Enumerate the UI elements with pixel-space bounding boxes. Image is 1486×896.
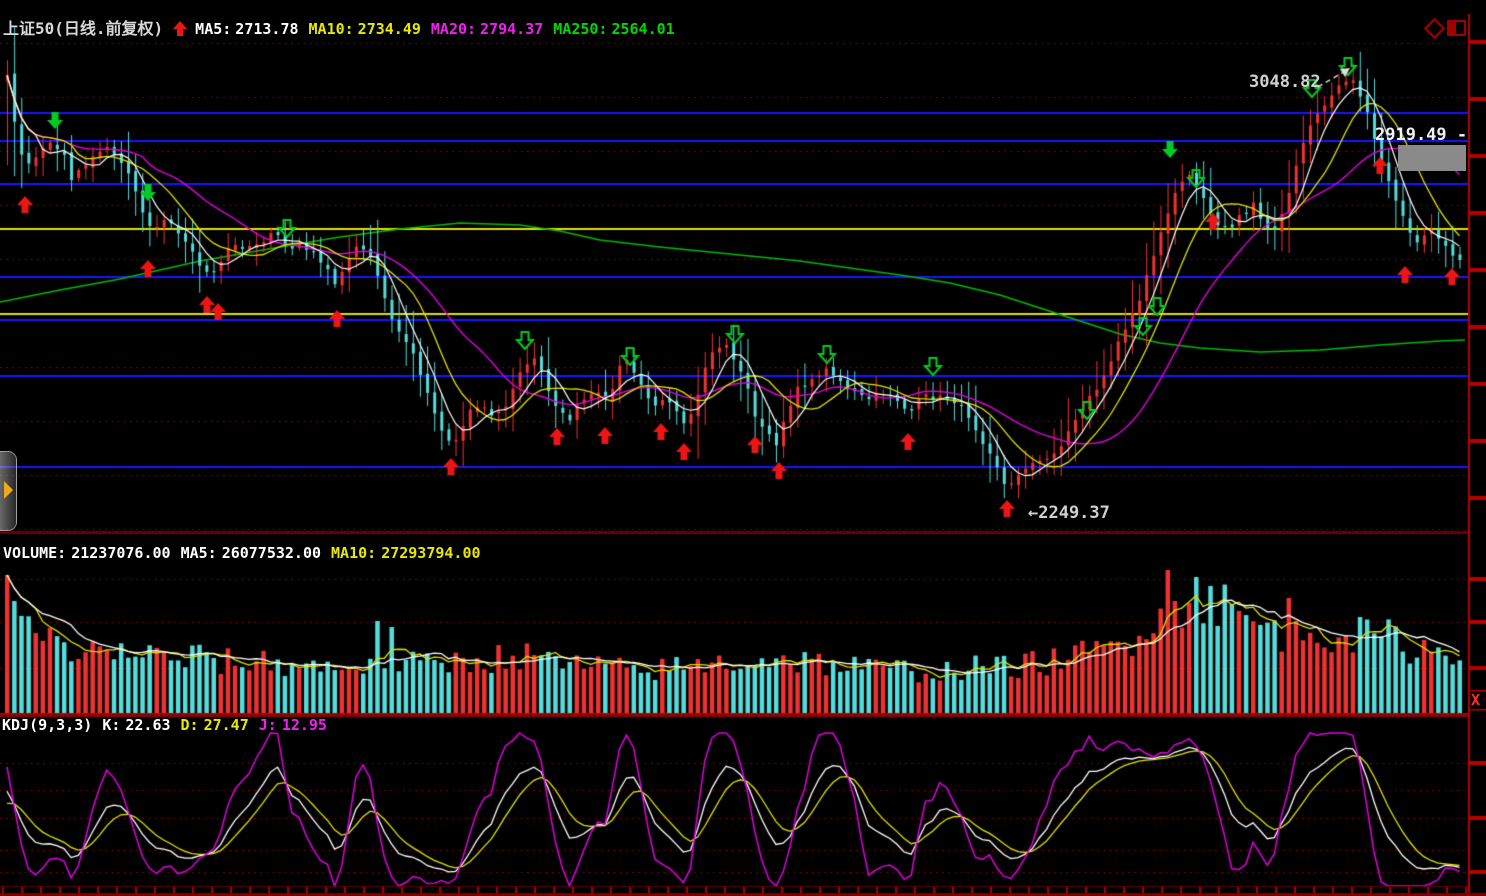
ma5-label: MA5: [195, 20, 231, 38]
vol-ma5-value: 26077532.00 [222, 544, 321, 562]
chart-canvas[interactable] [0, 0, 1486, 896]
ma250-value: 2564.01 [611, 20, 674, 38]
instrument-title: 上证50(日线.前复权) [3, 19, 163, 38]
kdj-k-label: K: [102, 716, 120, 734]
split-window-icon[interactable] [1447, 20, 1466, 36]
bottom-price-label: ←2249.37 [1028, 503, 1110, 523]
vol-ma10-value: 27293794.00 [381, 544, 480, 562]
current-price-label: 2919.49 - [1375, 125, 1467, 145]
ma10-label: MA10: [309, 20, 354, 38]
peak-price-label: 3048.82 [1249, 72, 1321, 92]
close-pane-x-button[interactable]: X [1471, 691, 1480, 709]
volume-value: 21237076.00 [71, 544, 170, 562]
left-drawer-handle[interactable] [0, 451, 17, 531]
vol-ma5-label: MA5: [181, 544, 217, 562]
kdj-title: KDJ(9,3,3) [2, 716, 92, 734]
main-pane-header: 上证50(日线.前复权) MA5:2713.78 MA10:2734.49 MA20:… [3, 15, 685, 39]
kdj-d-value: 27.47 [204, 716, 249, 734]
kdj-j-label: J: [259, 716, 277, 734]
ma20-label: MA20: [431, 20, 476, 38]
kdj-pane-header: KDJ(9,3,3) K: 22.63 D: 27.47 J: 12.95 [2, 716, 337, 734]
volume-pane-header: VOLUME: 21237076.00 MA5: 26077532.00 MA10: 27… [3, 544, 491, 562]
ma20-value: 2794.37 [480, 20, 543, 38]
kdj-d-label: D: [181, 716, 199, 734]
current-price-tag-box [1398, 145, 1466, 171]
kdj-j-value: 12.95 [282, 716, 327, 734]
kdj-k-value: 22.63 [125, 716, 170, 734]
ma5-value: 2713.78 [235, 20, 298, 38]
vol-ma10-label: MA10: [331, 544, 376, 562]
ma250-label: MA250: [553, 20, 607, 38]
trading-app-window: 上证50(日线.前复权)MA5:2713.78MA10:2734.49MA20:… [0, 0, 1486, 896]
drawer-arrow-icon [4, 481, 13, 499]
ma10-value: 2734.49 [358, 20, 421, 38]
up-arrow-icon [173, 21, 187, 36]
volume-label: VOLUME: [3, 544, 66, 562]
